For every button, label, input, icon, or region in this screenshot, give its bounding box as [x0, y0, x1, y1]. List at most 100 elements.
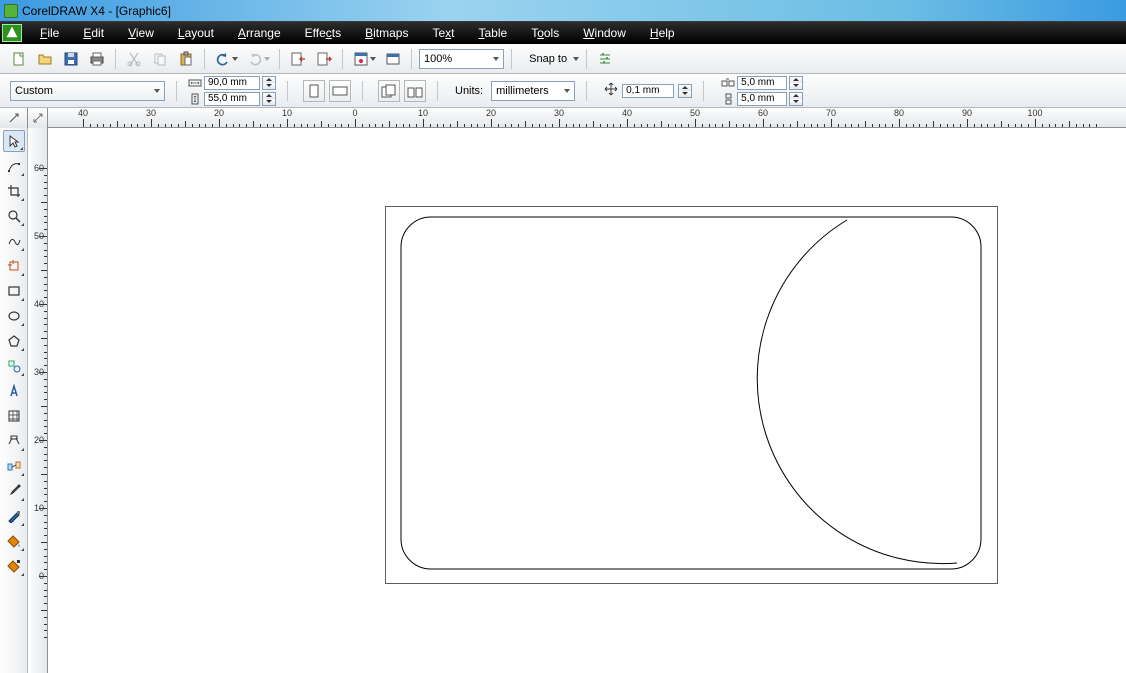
table-tool[interactable] [3, 405, 25, 427]
title-bar: CorelDRAW X4 - [Graphic6] [0, 0, 1126, 22]
height-spinner[interactable] [262, 92, 276, 106]
open-button[interactable] [34, 48, 56, 70]
dup-y-spinner[interactable] [789, 92, 803, 106]
freehand-tool[interactable] [3, 230, 25, 252]
ruler-label: 30 [554, 108, 564, 118]
vertical-ruler[interactable]: 6050403020100 [28, 128, 48, 673]
separator [279, 49, 280, 69]
property-bar: Custom 90,0 mm 55,0 mm Units: millimeter… [0, 74, 1126, 108]
ruler-label: 40 [78, 108, 88, 118]
ruler-label: 50 [690, 108, 700, 118]
snap-to-dropdown[interactable] [573, 57, 579, 61]
ruler-origin[interactable] [0, 108, 28, 128]
paste-button[interactable] [175, 48, 197, 70]
zoom-level-select[interactable]: 100% [419, 49, 504, 69]
redo-button [244, 48, 272, 70]
width-spinner[interactable] [262, 76, 276, 90]
main-area: 6050403020100 [0, 128, 1126, 673]
apply-all-pages-button[interactable] [378, 80, 400, 102]
zoom-tool[interactable] [3, 205, 25, 227]
toolbox [0, 128, 28, 673]
separator [411, 49, 412, 69]
rectangle-tool[interactable] [3, 280, 25, 302]
polygon-tool[interactable] [3, 330, 25, 352]
menu-tools[interactable]: Tools [519, 26, 571, 40]
separator [287, 81, 288, 101]
chevron-down-icon [370, 57, 376, 61]
dup-y-input[interactable]: 5,0 mm [737, 92, 787, 106]
app-menu-icon[interactable] [2, 24, 22, 42]
menu-view[interactable]: View [116, 26, 166, 40]
dup-y-icon [721, 93, 735, 105]
fill-tool[interactable] [3, 530, 25, 552]
drawing-canvas[interactable] [48, 128, 1126, 673]
shape-tool[interactable] [3, 155, 25, 177]
pick-tool[interactable] [3, 130, 25, 152]
interactive-fill-tool[interactable] [3, 555, 25, 577]
print-button[interactable] [86, 48, 108, 70]
height-icon [188, 93, 202, 105]
zoom-value: 100% [424, 53, 452, 65]
outline-tool[interactable] [3, 505, 25, 527]
dimension-tool[interactable] [3, 430, 25, 452]
app-icon [4, 4, 18, 18]
options-button[interactable] [594, 48, 616, 70]
separator [115, 49, 116, 69]
app-launcher-button[interactable] [350, 48, 378, 70]
ruler-label: 100 [1027, 108, 1042, 118]
ruler-label: 10 [418, 108, 428, 118]
dup-x-input[interactable]: 5,0 mm [737, 76, 787, 90]
landscape-button[interactable] [329, 80, 351, 102]
ellipse-tool[interactable] [3, 305, 25, 327]
separator [176, 81, 177, 101]
ruler-label: 80 [894, 108, 904, 118]
menu-window[interactable]: Window [571, 26, 638, 40]
ruler-corner[interactable] [28, 108, 48, 128]
width-icon [188, 77, 202, 89]
page-width-input[interactable]: 90,0 mm [204, 76, 260, 90]
units-select[interactable]: millimeters [491, 81, 575, 101]
new-button[interactable] [8, 48, 30, 70]
welcome-screen-button[interactable] [382, 48, 404, 70]
chevron-down-icon [154, 89, 160, 93]
apply-current-page-button[interactable] [404, 80, 426, 102]
ruler-label: 60 [758, 108, 768, 118]
separator [204, 49, 205, 69]
chevron-down-icon [564, 89, 570, 93]
horizontal-ruler[interactable]: 403020100102030405060708090100 [48, 108, 1126, 127]
basic-shapes-tool[interactable] [3, 355, 25, 377]
smart-fill-tool[interactable] [3, 255, 25, 277]
nudge-input[interactable]: 0,1 mm [622, 84, 674, 98]
undo-button[interactable] [212, 48, 240, 70]
menu-bitmaps[interactable]: Bitmaps [353, 26, 420, 40]
page-height-input[interactable]: 55,0 mm [204, 92, 260, 106]
import-button[interactable] [287, 48, 309, 70]
portrait-button[interactable] [303, 80, 325, 102]
ruler-label: 0 [352, 108, 357, 118]
menu-edit[interactable]: Edit [71, 26, 116, 40]
menu-text[interactable]: Text [420, 26, 466, 40]
export-button[interactable] [313, 48, 335, 70]
standard-toolbar: 100% Snap to [0, 44, 1126, 74]
text-tool[interactable] [3, 380, 25, 402]
dup-x-spinner[interactable] [789, 76, 803, 90]
menu-effects[interactable]: Effects [293, 26, 353, 40]
nudge-spinner[interactable] [678, 84, 692, 98]
menu-arrange[interactable]: Arrange [226, 26, 293, 40]
chevron-down-icon [232, 57, 238, 61]
separator [362, 81, 363, 101]
menu-file[interactable]: File [28, 26, 71, 40]
dup-x-icon [721, 77, 735, 89]
eyedropper-tool[interactable] [3, 480, 25, 502]
menu-layout[interactable]: Layout [166, 26, 226, 40]
ruler-label: 20 [214, 108, 224, 118]
page-size-select[interactable]: Custom [10, 81, 165, 101]
interactive-blend-tool[interactable] [3, 455, 25, 477]
menu-help[interactable]: Help [638, 26, 687, 40]
save-button[interactable] [60, 48, 82, 70]
orientation-group [303, 80, 351, 102]
menu-table[interactable]: Table [467, 26, 520, 40]
ruler-label: 40 [622, 108, 632, 118]
separator [586, 49, 587, 69]
crop-tool[interactable] [3, 180, 25, 202]
